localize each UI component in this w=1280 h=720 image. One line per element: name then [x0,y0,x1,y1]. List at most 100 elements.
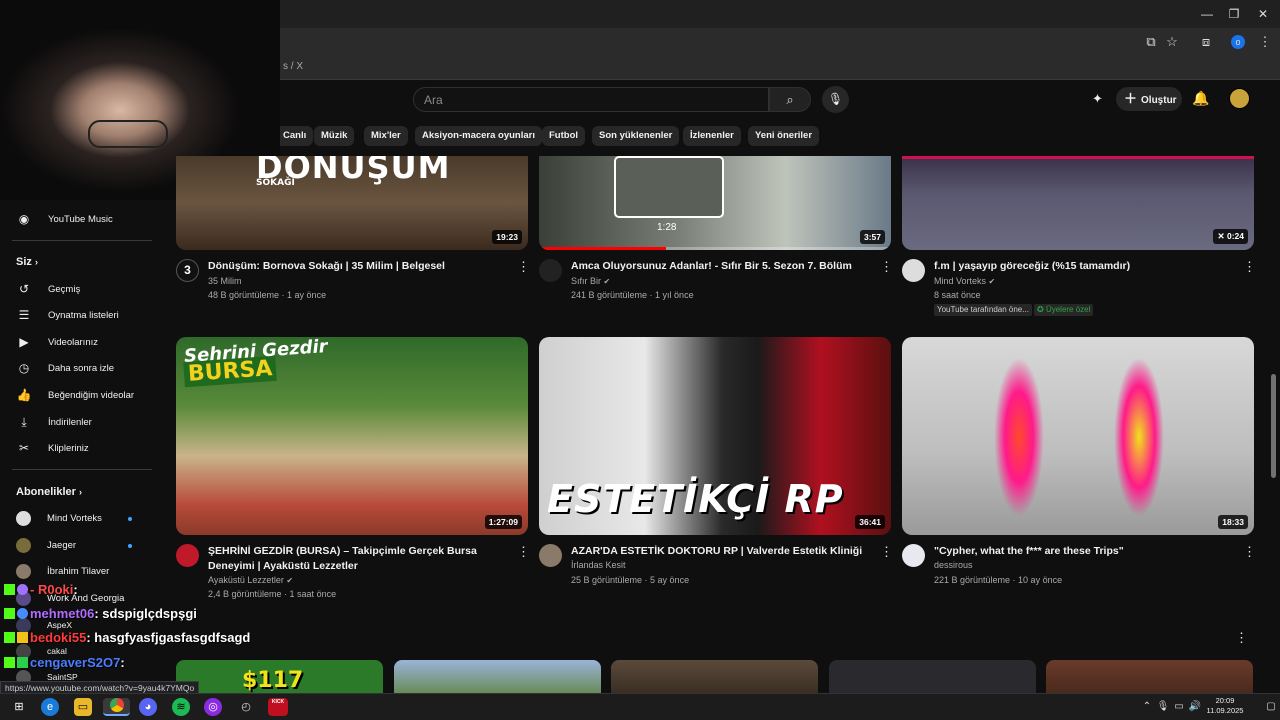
chip-watched[interactable]: İzlenenler [683,126,741,146]
chat-message: mehmet06: sdspiglçdspşgi [4,606,197,621]
verified-icon: ✔ [603,277,611,286]
channel-name[interactable]: İrlandas Kesit [571,558,626,572]
chip-football[interactable]: Futbol [542,126,586,146]
video-title[interactable]: f.m | yaşayıp göreceğiz (%15 tamamdır) [934,259,1234,274]
video-thumbnail[interactable] [829,660,1036,693]
divider [12,240,152,241]
video-thumbnail[interactable]: DÖNÜŞÜM SOKAĞI 19:23 [176,156,528,250]
voice-search-button[interactable]: 🎙 [822,86,849,113]
divider [12,469,152,470]
video-thumbnail[interactable]: $117 [176,660,383,693]
close-icon[interactable]: ✕ [1252,5,1274,23]
channel-avatar[interactable] [176,544,199,567]
more-options-icon[interactable]: ⋮ [880,544,893,560]
kick-badge-icon [4,608,15,619]
channel-avatar[interactable] [902,544,925,567]
section-more-options-icon[interactable]: ⋮ [1235,630,1248,646]
sidebar-item-downloads[interactable]: ⤓ İndirilenler [16,412,91,432]
sidebar-you-heading[interactable]: Siz › [16,256,38,268]
notifications-bell-icon[interactable]: 🔔 [1192,90,1210,108]
more-options-icon[interactable]: ⋮ [517,259,530,275]
sidebar-item-history[interactable]: ↺ Geçmiş [16,279,80,299]
search-button[interactable]: ⌕ [769,87,811,112]
file-explorer-icon[interactable]: ▭ [74,698,92,716]
spotify-icon[interactable]: ≋ [172,698,190,716]
channel-name[interactable]: Sıfır Bir ✔ [571,274,610,289]
bookmark-item[interactable]: s / X [283,61,303,72]
chat-message: bedoki55: hasgfyasfjgasfasgdfsagd [4,630,250,645]
chip-live[interactable]: Canlı [276,126,314,146]
sidebar-item-playlists[interactable]: ☰ Oynatma listeleri [16,305,119,325]
video-thumbnail[interactable]: Şehrini Gezdir BURSA 1:27:09 [176,337,528,535]
sidebar-item-watch-later[interactable]: ◷ Daha sonra izle [16,358,114,378]
create-button[interactable]: ＋ Oluştur [1116,87,1182,111]
discord-icon[interactable]: ◕ [139,698,157,716]
video-thumbnail[interactable]: 1:28 3:57 [539,156,891,250]
taskbar-clock[interactable]: 20:09 11.09.2025 [1203,696,1247,716]
sidebar-item-youtube-music[interactable]: ◉ YouTube Music [16,209,113,229]
chip-recently-uploaded[interactable]: Son yüklenenler [592,126,680,146]
browser-menu-icon[interactable]: ⋮ [1256,33,1274,51]
video-thumbnail[interactable] [1046,660,1253,693]
channel-name[interactable]: dessirous [934,558,973,572]
obs-icon[interactable]: ◎ [204,698,222,716]
video-title[interactable]: "Cypher, what the f*** are these Trips" [934,544,1234,559]
notifications-icon[interactable]: ▢ [1262,698,1280,716]
video-title[interactable]: ŞEHRİNİ GEZDİR (BURSA) – Takipçimle Gerç… [208,544,514,574]
video-thumbnail[interactable]: ✕ 0:24 [902,156,1254,250]
video-title[interactable]: Amca Oluyorsunuz Adanlar! - Sıfır Bir 5.… [571,259,871,274]
duration-badge: 18:33 [1218,515,1248,529]
restore-icon[interactable]: ❐ [1223,5,1245,23]
clock-app-icon[interactable]: ◴ [237,698,255,716]
minimize-icon[interactable]: — [1196,5,1218,23]
sidebar-item-liked-videos[interactable]: 👍 Beğendiğim videolar [16,385,135,405]
premium-icon[interactable]: ✦ [1092,91,1108,107]
video-thumbnail[interactable] [611,660,818,693]
chip-new-recommendations[interactable]: Yeni öneriler [748,126,820,146]
channel-avatar[interactable]: 3 [176,259,199,282]
sidebar-item-clips[interactable]: ✂ Klipleriniz [16,438,89,458]
search-input[interactable]: Ara [413,87,769,112]
search-icon: ⌕ [786,92,794,107]
chrome-icon [109,698,124,712]
account-avatar[interactable] [1229,88,1250,109]
windows-start-icon[interactable]: ⊞ [10,698,28,716]
sidebar-item-your-videos[interactable]: ▶ Videolarınız [16,332,98,352]
more-options-icon[interactable]: ⋮ [1243,544,1256,560]
more-options-icon[interactable]: ⋮ [880,259,893,275]
video-thumbnail[interactable]: 18:33 [902,337,1254,535]
bookmark-star-icon[interactable]: ☆ [1163,33,1181,51]
sidebar-subscriptions-heading[interactable]: Abonelikler › [16,486,82,498]
kick-app-icon[interactable]: KICK [268,698,288,716]
edge-browser-icon[interactable]: e [41,698,59,716]
channel-name[interactable]: Ayaküstü Lezzetler ✔ [208,573,293,588]
microphone-icon: 🎙 [827,92,844,106]
subscription-item[interactable]: Jaeger [16,535,76,555]
video-thumbnail[interactable]: ESTETİKÇİ RP 36:41 [539,337,891,535]
video-title[interactable]: AZAR'DA ESTETİK DOKTORU RP | Valverde Es… [571,544,871,559]
volume-icon[interactable]: 🔊 [1186,698,1204,716]
channel-name[interactable]: Mind Vorteks ✔ [934,274,995,289]
subscription-item[interactable]: Mind Vorteks [16,508,102,528]
progress-fill [539,247,666,250]
cast-icon[interactable]: ⧉ [1142,33,1160,51]
more-options-icon[interactable]: ⋮ [1243,259,1256,275]
channel-avatar[interactable] [539,544,562,567]
duration-badge: 36:41 [855,515,885,529]
kick-badge-icon [4,632,15,643]
video-title[interactable]: Dönüşüm: Bornova Sokağı | 35 Milim | Bel… [208,259,508,274]
channel-avatar[interactable] [902,259,925,282]
page-scrollbar[interactable] [1271,374,1276,478]
video-thumbnail[interactable] [394,660,601,693]
chip-mixes[interactable]: Mix'ler [364,126,408,146]
progress-track[interactable] [539,247,891,250]
profile-icon[interactable]: o [1231,35,1245,49]
chip-action-adventure[interactable]: Aksiyon-macera oyunları [415,126,542,146]
channel-name[interactable]: 35 Milim [208,274,242,288]
chrome-taskbar-button[interactable] [103,698,130,716]
channel-avatar[interactable] [539,259,562,282]
extensions-icon[interactable]: ⧈ [1197,33,1215,51]
chip-music[interactable]: Müzik [314,126,355,146]
more-options-icon[interactable]: ⋮ [517,544,530,560]
subscription-item[interactable]: İbrahim Tilaver [16,561,109,581]
